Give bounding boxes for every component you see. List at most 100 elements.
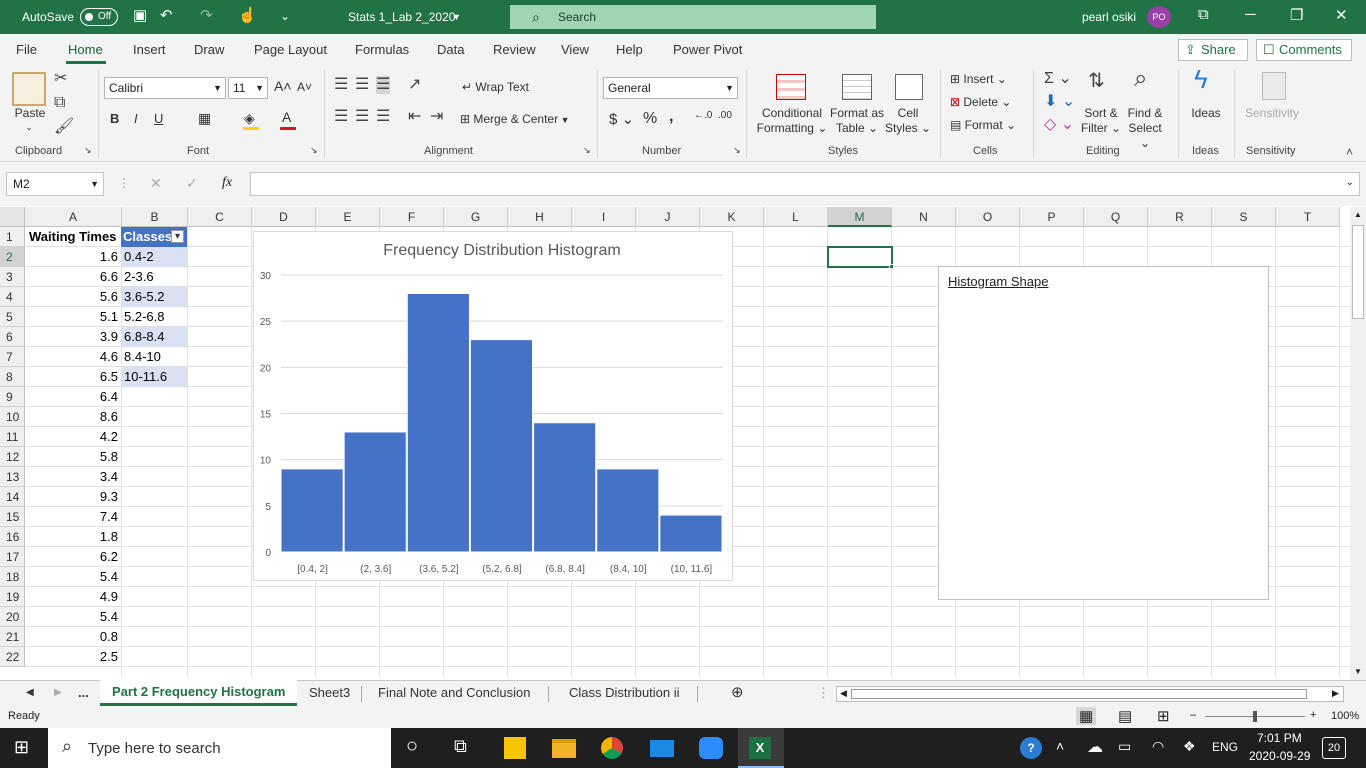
spreadsheet-grid[interactable]: ABCDEFGHIJKLMNOPQRST 1 2 3 4 5 6 7 8 9 10 11 12 13 14… (0, 207, 1350, 677)
decrease-indent-icon[interactable]: ⇤ (408, 108, 421, 126)
font-launcher-icon[interactable]: ↘ (310, 145, 318, 156)
close-icon[interactable]: ✕ (1335, 6, 1348, 24)
format-as-table-icon[interactable] (842, 74, 872, 100)
copy-icon[interactable]: ⧉ (54, 94, 65, 112)
paste-dropdown-icon[interactable]: ⌄ (22, 120, 36, 135)
next-sheet-icon[interactable]: ▶ (54, 687, 62, 698)
select-all-corner[interactable] (0, 207, 25, 227)
show-hidden-icon[interactable]: ˄ (1056, 738, 1064, 754)
cell-styles-icon[interactable] (895, 74, 923, 100)
column-header-C[interactable]: C (188, 207, 252, 227)
insert-function-icon[interactable]: fx (222, 175, 232, 191)
ideas-button[interactable]: Ideas (1186, 106, 1226, 121)
chrome-icon[interactable] (601, 737, 623, 759)
class-cell[interactable]: 3.6-5.2 (121, 287, 187, 307)
increase-decimal-icon[interactable]: ←.0 (694, 110, 712, 121)
cell-styles-button[interactable]: Cell Styles ⌄ (884, 106, 932, 136)
waiting-time-cell[interactable]: 6.2 (26, 547, 121, 567)
vertical-scrollbar[interactable]: ▲ ▼ (1350, 207, 1366, 680)
comma-icon[interactable]: , (669, 108, 673, 126)
autosum-icon[interactable]: Σ ⌄ (1044, 70, 1072, 88)
clear-icon[interactable]: ◇ ⌄ (1044, 116, 1074, 134)
column-header-M[interactable]: M (828, 207, 892, 227)
redo-icon[interactable]: ↷ (200, 7, 213, 25)
format-as-table-button[interactable]: Format as Table ⌄ (828, 106, 886, 136)
fill-handle[interactable] (889, 264, 894, 269)
class-cell[interactable]: 0.4-2 (121, 247, 187, 267)
row-header-21[interactable]: 21 (0, 627, 25, 647)
column-header-K[interactable]: K (700, 207, 764, 227)
column-header-B[interactable]: B (122, 207, 188, 227)
share-button[interactable]: ⇪ Share (1178, 39, 1248, 61)
zoom-in-icon[interactable]: + (1310, 709, 1316, 721)
save-icon[interactable]: ▣ (133, 7, 147, 25)
scroll-up-icon[interactable]: ▲ (1354, 210, 1362, 219)
waiting-time-cell[interactable]: 6.4 (26, 387, 121, 407)
row-header-11[interactable]: 11 (0, 427, 25, 447)
sheet-tab-active[interactable]: Part 2 Frequency Histogram (100, 680, 297, 706)
histogram-shape-textbox[interactable]: Histogram Shape (938, 266, 1269, 600)
borders-icon[interactable]: ▦ (198, 110, 211, 127)
undo-icon[interactable]: ↶ (160, 7, 173, 25)
zoom-level[interactable]: 100% (1331, 710, 1359, 722)
cortana-icon[interactable]: ○ (406, 735, 418, 758)
normal-view-icon[interactable]: ▦ (1076, 707, 1097, 725)
file-explorer-icon[interactable] (552, 739, 576, 758)
autosave-toggle[interactable]: Off (80, 8, 118, 26)
waiting-time-cell[interactable]: 0.8 (26, 627, 121, 647)
row-header-16[interactable]: 16 (0, 527, 25, 547)
tab-power-pivot[interactable]: Power Pivot (673, 42, 742, 57)
ribbon-display-icon[interactable]: ⧉ (1198, 6, 1209, 23)
restore-icon[interactable]: ❐ (1290, 6, 1303, 24)
waiting-time-cell[interactable]: 5.1 (26, 307, 121, 327)
filter-dropdown-icon[interactable]: ▾ (171, 230, 184, 243)
tab-view[interactable]: View (561, 42, 589, 57)
header-waiting-times[interactable]: Waiting Times (26, 227, 121, 247)
windows-start-icon[interactable]: ⊞ (14, 737, 29, 758)
clipboard-launcher-icon[interactable]: ↘ (84, 145, 92, 156)
clock-date[interactable]: 2020-09-29 (1249, 749, 1310, 763)
scroll-left-icon[interactable]: ◀ (840, 688, 847, 699)
conditional-formatting-icon[interactable] (776, 74, 806, 100)
row-header-22[interactable]: 22 (0, 647, 25, 667)
clock-time[interactable]: 7:01 PM (1257, 731, 1302, 745)
number-format-select[interactable]: General ▼ (603, 77, 738, 99)
font-size-select[interactable]: 11 ▼ (228, 77, 268, 99)
underline-button[interactable]: U (154, 111, 163, 126)
find-select-button[interactable]: Find & Select ⌄ (1122, 106, 1168, 151)
add-sheet-icon[interactable]: ⊕ (731, 683, 744, 701)
decrease-decimal-icon[interactable]: .00 (718, 110, 732, 121)
wrap-text-button[interactable]: ↵ Wrap Text (462, 80, 529, 94)
percent-icon[interactable]: % (643, 110, 657, 128)
zoom-icon[interactable] (699, 737, 723, 759)
waiting-time-cell[interactable]: 2.5 (26, 647, 121, 667)
font-color-icon[interactable]: A (282, 109, 291, 125)
row-header-7[interactable]: 7 (0, 347, 25, 367)
tab-file[interactable]: File (16, 42, 37, 57)
row-header-9[interactable]: 9 (0, 387, 25, 407)
sticky-notes-icon[interactable] (504, 737, 526, 759)
column-header-P[interactable]: P (1020, 207, 1084, 227)
page-layout-view-icon[interactable]: ▤ (1118, 707, 1132, 725)
wifi-icon[interactable]: ◠ (1152, 738, 1164, 755)
mail-icon[interactable] (650, 740, 674, 757)
column-header-L[interactable]: L (764, 207, 828, 227)
battery-icon[interactable]: ▭ (1118, 738, 1131, 755)
ideas-icon[interactable]: ϟ (1194, 66, 1208, 92)
tab-draw[interactable]: Draw (194, 42, 224, 57)
row-header-15[interactable]: 15 (0, 507, 25, 527)
delete-cells-button[interactable]: ⊠ Delete ⌄ (950, 95, 1011, 109)
column-header-J[interactable]: J (636, 207, 700, 227)
cut-icon[interactable]: ✂ (54, 70, 67, 88)
waiting-time-cell[interactable]: 1.8 (26, 527, 121, 547)
alignment-launcher-icon[interactable]: ↘ (583, 145, 591, 156)
title-dropdown-icon[interactable]: ▼ (452, 12, 461, 22)
row-header-19[interactable]: 19 (0, 587, 25, 607)
tab-home[interactable]: Home (68, 42, 103, 57)
touch-mode-icon[interactable]: ☝ (238, 7, 257, 25)
column-header-S[interactable]: S (1212, 207, 1276, 227)
find-select-icon[interactable]: ⌕ (1134, 67, 1147, 91)
waiting-time-cell[interactable]: 1.6 (26, 247, 121, 267)
column-header-N[interactable]: N (892, 207, 956, 227)
tab-review[interactable]: Review (493, 42, 536, 57)
